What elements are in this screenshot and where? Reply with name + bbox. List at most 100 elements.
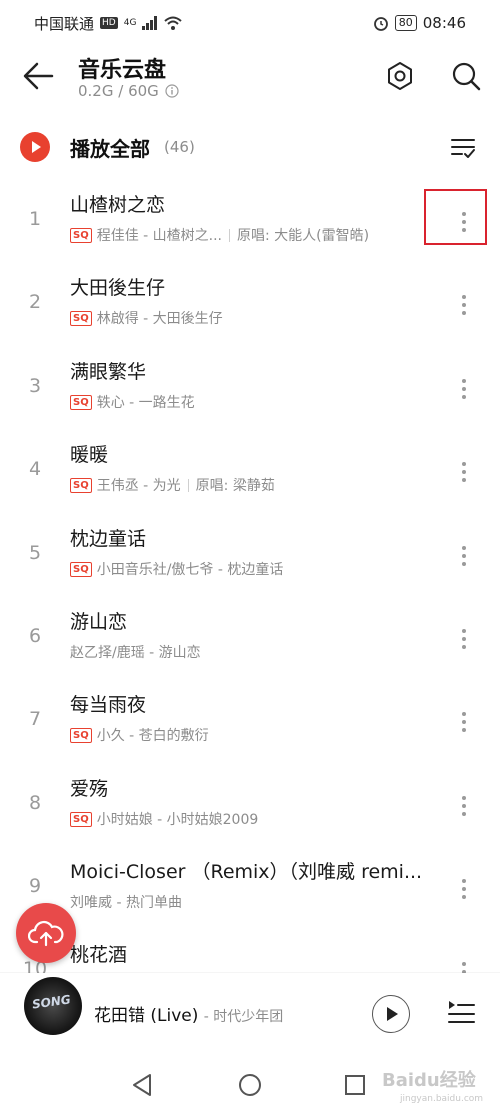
song-subtitle: SQ 小久 - 苍白的敷衍 (70, 725, 209, 745)
more-options-button[interactable] (452, 702, 476, 742)
more-dot-icon (462, 462, 466, 466)
more-dot-icon (462, 720, 466, 724)
song-row[interactable]: 7 每当雨夜 SQ 小久 - 苍白的敷衍 (0, 680, 500, 763)
more-options-button[interactable] (452, 536, 476, 576)
song-title: 爱殇 (70, 778, 109, 800)
song-row[interactable]: 9 Moici-Closer （Remix）（刘唯威 remi... 刘唯威 - 热… (0, 847, 500, 930)
play-all-row[interactable]: 播放全部 (46) (0, 122, 500, 172)
sort-list-icon (451, 139, 475, 158)
song-row[interactable]: 2 大田後生仔 SQ 林啟得 - 大田後生仔 (0, 263, 500, 346)
more-options-button[interactable] (452, 452, 476, 492)
page-title: 音乐云盘 (78, 58, 167, 83)
playlist-icon (448, 1001, 475, 1023)
nav-recents-button[interactable] (340, 1070, 370, 1100)
more-dot-icon (462, 478, 466, 482)
song-row[interactable]: 3 满眼繁华 SQ 轶心 - 一路生花 (0, 347, 500, 430)
play-all-label: 播放全部 (70, 137, 150, 161)
song-number: 6 (28, 625, 42, 647)
playlist-button[interactable] (446, 997, 476, 1027)
wifi-icon (164, 16, 183, 30)
back-button[interactable] (18, 58, 58, 94)
song-original-singer: 原唱: 梁静茹 (195, 478, 275, 494)
player-play-button[interactable] (372, 995, 410, 1033)
search-button[interactable] (446, 56, 486, 96)
settings-button[interactable] (380, 56, 420, 96)
more-dot-icon (462, 295, 466, 299)
song-artist-album: 小久 - 苍白的敷衍 (96, 728, 209, 744)
carrier-label: 中国联通 (34, 14, 95, 33)
more-dot-icon (462, 303, 466, 307)
more-options-button[interactable] (452, 619, 476, 659)
more-dot-icon (462, 379, 466, 383)
triangle-back-icon (133, 1074, 151, 1096)
header: 音乐云盘 0.2G / 60G (0, 46, 500, 112)
song-title: 大田後生仔 (70, 277, 166, 299)
clock: 08:46 (422, 14, 466, 32)
now-playing-info[interactable]: 花田错 (Live) - 时代少年团 (94, 1001, 283, 1026)
status-right: 80 08:46 (373, 14, 466, 32)
sq-quality-badge: SQ (70, 310, 92, 326)
upload-button[interactable] (16, 903, 76, 963)
more-dot-icon (462, 728, 466, 732)
song-subtitle: SQ 林啟得 - 大田後生仔 (70, 308, 223, 328)
play-all-button[interactable] (20, 132, 50, 162)
play-icon (387, 1007, 398, 1021)
more-dot-icon (462, 637, 466, 641)
song-artist-album: 轶心 - 一路生花 (96, 395, 195, 411)
song-subtitle: SQ 小时姑娘 - 小时姑娘2009 (70, 809, 258, 829)
song-title: 枕边童话 (70, 528, 147, 550)
divider (187, 478, 189, 492)
sq-quality-badge: SQ (70, 394, 92, 410)
divider (229, 228, 231, 242)
more-options-button[interactable] (452, 285, 476, 325)
alarm-icon (373, 17, 388, 31)
nav-home-button[interactable] (235, 1070, 265, 1100)
more-options-button[interactable] (452, 369, 476, 409)
watermark: Baidu经验 (382, 1070, 476, 1091)
song-row[interactable]: 6 游山恋 赵乙择/鹿瑶 - 游山恋 (0, 597, 500, 680)
mini-player[interactable]: SONG 花田错 (Live) - 时代少年团 (0, 973, 500, 1053)
song-row[interactable]: 8 爱殇 SQ 小时姑娘 - 小时姑娘2009 (0, 764, 500, 847)
more-dot-icon (462, 812, 466, 816)
song-title: 每当雨夜 (70, 694, 147, 716)
sq-quality-badge: SQ (70, 727, 92, 743)
storage-usage: 0.2G / 60G (78, 82, 179, 100)
song-row[interactable]: 5 枕边童话 SQ 小田音乐社/傲七爷 - 枕边童话 (0, 514, 500, 597)
song-artist-album: 小田音乐社/傲七爷 - 枕边童话 (96, 562, 284, 578)
more-dot-icon (462, 562, 466, 566)
album-cover[interactable]: SONG (24, 977, 82, 1035)
now-playing-artist: - 时代少年团 (203, 1009, 284, 1025)
more-dot-icon (462, 712, 466, 716)
hd-icon: HD (100, 17, 118, 29)
circle-home-icon (239, 1074, 261, 1096)
more-options-button[interactable] (452, 869, 476, 909)
song-number: 2 (28, 291, 42, 313)
song-row[interactable]: 4 暖暖 SQ 王伟丞 - 为光 原唱: 梁静茹 (0, 430, 500, 513)
nav-back-button[interactable] (128, 1070, 158, 1100)
more-dot-icon (462, 395, 466, 399)
status-left: 中国联通 HD 4G (34, 13, 183, 34)
song-artist-album: 赵乙择/鹿瑶 - 游山恋 (70, 645, 201, 661)
more-dot-icon (462, 645, 466, 649)
song-number: 5 (28, 542, 42, 564)
album-cover-text: SONG (31, 992, 72, 1012)
song-artist-album: 小时姑娘 - 小时姑娘2009 (96, 812, 259, 828)
more-dot-icon (462, 895, 466, 899)
more-dot-icon (462, 879, 466, 883)
watermark-url: jingyan.baidu.com (400, 1094, 484, 1104)
search-icon (452, 62, 481, 91)
song-artist-album: 林啟得 - 大田後生仔 (96, 311, 223, 327)
status-bar: 中国联通 HD 4G 80 08:46 (0, 0, 500, 46)
more-dot-icon (462, 387, 466, 391)
sort-button[interactable] (448, 133, 478, 163)
more-dot-icon (462, 796, 466, 800)
info-icon[interactable] (165, 84, 179, 98)
song-subtitle: SQ 王伟丞 - 为光 原唱: 梁静茹 (70, 475, 275, 495)
song-subtitle: SQ 轶心 - 一路生花 (70, 392, 195, 412)
more-options-button[interactable] (452, 786, 476, 826)
more-dot-icon (462, 804, 466, 808)
now-playing-title: 花田错 (Live) (94, 1006, 199, 1026)
highlight-annotation (424, 189, 487, 245)
sq-quality-badge: SQ (70, 477, 92, 493)
sq-quality-badge: SQ (70, 811, 92, 827)
